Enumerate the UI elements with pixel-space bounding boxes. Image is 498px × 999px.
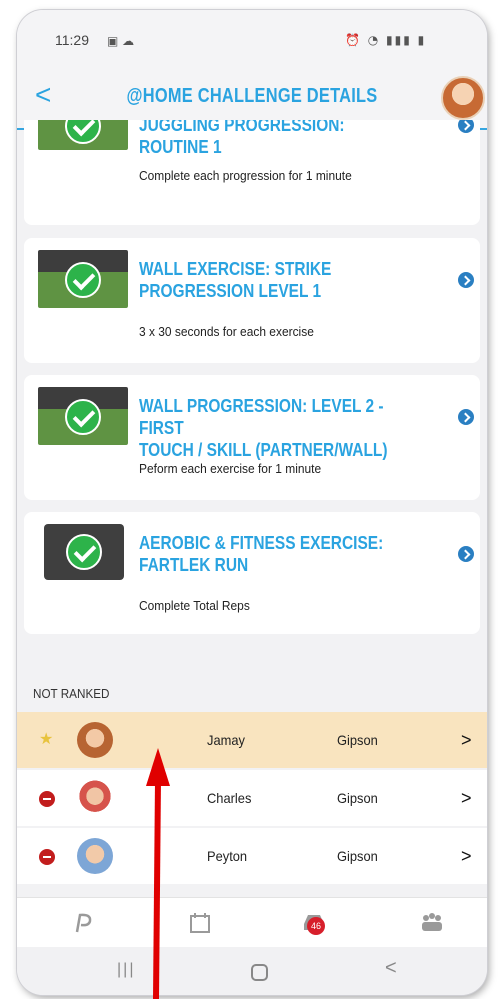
exercise-thumbnail [38, 120, 128, 150]
home-button[interactable] [251, 964, 268, 981]
exercise-title: JUGGLING PROGRESSION: ROUTINE 1 [139, 120, 345, 157]
open-exercise-icon[interactable] [458, 409, 474, 425]
open-exercise-icon[interactable] [458, 546, 474, 562]
recents-button[interactable]: ||| [117, 961, 135, 979]
exercise-thumbnail [44, 524, 124, 580]
completed-check-icon [65, 399, 101, 435]
status-time: 11:29 [55, 32, 89, 48]
open-exercise-icon[interactable] [458, 120, 474, 133]
exercise-description: Peform each exercise for 1 minute [139, 461, 322, 476]
exercise-title: AEROBIC & FITNESS EXERCISE: FARTLEK RUN [139, 533, 384, 575]
section-label-not-ranked: NOT RANKED [33, 686, 110, 701]
completed-check-icon [65, 262, 101, 298]
exercise-thumbnail [38, 387, 128, 445]
exercise-card[interactable]: AEROBIC & FITNESS EXERCISE: FARTLEK RUN … [24, 512, 480, 634]
avatar [77, 722, 113, 758]
exercise-title: WALL PROGRESSION: LEVEL 2 - FIRST TOUCH … [139, 396, 388, 460]
system-navigation-bar: ||| < [17, 947, 487, 995]
system-back-button[interactable]: < [385, 957, 397, 980]
ranking-row[interactable]: ★ Jamay Gipson > [17, 712, 487, 768]
notification-icons: ▣ ☁ [107, 34, 135, 48]
ranking-row[interactable]: Peyton Gipson > [17, 828, 487, 884]
exercise-card[interactable]: WALL PROGRESSION: LEVEL 2 - FIRST TOUCH … [24, 375, 480, 500]
tab-bar: 46 [17, 897, 487, 948]
calendar-icon[interactable] [185, 908, 215, 938]
last-name: Gipson [337, 732, 378, 748]
profile-avatar[interactable] [441, 76, 485, 120]
last-name: Gipson [337, 790, 378, 806]
home-logo-icon[interactable] [69, 908, 99, 938]
chevron-right-icon[interactable]: > [461, 730, 472, 751]
not-ranked-icon [39, 791, 55, 807]
first-name: Peyton [207, 848, 248, 864]
team-icon[interactable] [417, 908, 447, 938]
status-bar: 11:29 ▣ ☁ ⏰ ◔ ▮▮▮ ▮ [17, 10, 487, 70]
exercise-title: WALL EXERCISE: STRIKE PROGRESSION LEVEL … [139, 259, 332, 301]
open-exercise-icon[interactable] [458, 272, 474, 288]
chevron-right-icon[interactable]: > [461, 846, 472, 867]
avatar [77, 780, 113, 816]
page-title: @HOME CHALLENGE DETAILS [126, 85, 378, 107]
exercise-thumbnail [38, 250, 128, 308]
ranking-row[interactable]: Charles Gipson > [17, 770, 487, 826]
system-status-icons: ⏰ ◔ ▮▮▮ ▮ [345, 33, 427, 47]
completed-check-icon [65, 120, 101, 144]
exercise-description: 3 x 30 seconds for each exercise [139, 324, 314, 339]
inbox-badge: 46 [307, 917, 325, 935]
completed-check-icon [66, 534, 102, 570]
exercise-card[interactable]: WALL EXERCISE: STRIKE PROGRESSION LEVEL … [24, 238, 480, 363]
exercise-card[interactable]: JUGGLING PROGRESSION: ROUTINE 1 Complete… [24, 120, 480, 225]
back-button[interactable]: < [35, 80, 51, 110]
exercise-description: Complete each progression for 1 minute [139, 168, 352, 183]
exercise-list[interactable]: JUGGLING PROGRESSION: ROUTINE 1 Complete… [17, 120, 487, 660]
phone-frame: 11:29 ▣ ☁ ⏰ ◔ ▮▮▮ ▮ < @HOME CHALLENGE DE… [17, 10, 487, 995]
star-icon: ★ [39, 729, 54, 748]
avatar [77, 838, 113, 874]
not-ranked-icon [39, 849, 55, 865]
chevron-right-icon[interactable]: > [461, 788, 472, 809]
exercise-description: Complete Total Reps [139, 598, 250, 613]
last-name: Gipson [337, 848, 378, 864]
first-name: Charles [207, 790, 252, 806]
first-name: Jamay [207, 732, 245, 748]
